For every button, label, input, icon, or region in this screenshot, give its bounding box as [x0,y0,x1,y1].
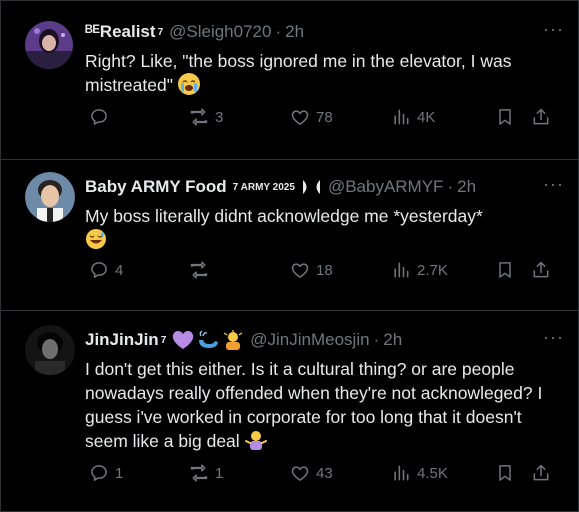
separator-dot: · [275,22,282,41]
name-badge: 7 [157,26,164,38]
reply-button[interactable] [89,107,115,127]
views-count: 4K [417,108,436,126]
separator-dot: · [373,330,380,349]
reply-icon [91,262,107,278]
name-emoji-group [172,330,244,350]
bookmark-button[interactable] [495,107,515,127]
heart-icon [291,110,309,125]
loudly-crying-face-icon [177,73,200,95]
like-button[interactable]: 43 [290,463,333,483]
views-bar-chart-icon [394,465,409,481]
views-count: 2.7K [417,261,448,279]
person-emoji-icon [223,330,243,350]
bookmark-button[interactable] [495,260,515,280]
more-options-icon[interactable]: ··· [543,175,564,193]
views-button[interactable]: 4.5K [391,463,448,483]
handle[interactable]: @Sleigh0720 [169,22,271,42]
post-text: I don't get this either. Is it a cultura… [85,357,564,453]
views-bar-chart-icon [394,109,409,125]
repost-count: 1 [215,464,224,482]
like-count: 18 [316,261,333,279]
repost-button[interactable]: 3 [189,107,223,127]
post-text: My boss literally didnt acknowledge me *… [85,204,564,252]
views-count: 4.5K [417,464,448,482]
reply-button[interactable]: 1 [89,463,123,483]
reply-count: 1 [115,464,124,482]
like-count: 43 [316,464,333,482]
bookmark-button[interactable] [495,463,515,483]
reply-button[interactable]: 4 [89,260,123,280]
post[interactable]: Baby ARMY Food 7 ARMY 2025 @BabyARMYF · … [1,159,578,308]
name-badge: 7 [160,334,167,346]
share-icon [533,261,549,278]
repost-button[interactable] [189,260,215,280]
post[interactable]: ᴮᴱRealist 7 @Sleigh0720 · 2h ··· Right? … [1,1,578,158]
timestamp[interactable]: 2h [457,177,476,197]
post-text-body: Right? Like, "the boss ignored me in the… [85,51,512,95]
share-button[interactable] [531,107,551,127]
share-button[interactable] [531,463,551,483]
post-text-body: I don't get this either. Is it a cultura… [85,359,543,451]
avatar[interactable] [25,21,73,69]
share-icon [533,464,549,481]
more-options-icon[interactable]: ··· [543,328,564,346]
display-name[interactable]: JinJinJin [85,330,159,350]
like-button[interactable]: 78 [290,107,333,127]
heart-icon [291,263,309,278]
repost-icon [190,261,208,279]
avatar[interactable] [25,325,75,375]
share-icon [533,108,549,125]
purple-heart-icon [301,179,322,195]
purple-heart-icon [173,331,194,349]
reply-icon [91,465,107,481]
display-name[interactable]: ᴮᴱRealist [85,22,156,42]
separator-dot: · [447,177,454,196]
like-button[interactable]: 18 [290,260,333,280]
whale-icon [199,330,219,348]
grinning-sweat-icon [85,228,107,250]
repost-button[interactable]: 1 [189,463,223,483]
reply-icon [91,109,107,125]
heart-icon [291,466,309,481]
repost-icon [190,464,208,482]
more-options-icon[interactable]: ··· [543,20,564,38]
bookmark-icon [499,465,511,481]
like-count: 78 [316,108,333,126]
repost-count: 3 [215,108,224,126]
post-text: Right? Like, "the boss ignored me in the… [85,49,564,97]
timestamp[interactable]: 2h [383,330,402,350]
share-button[interactable] [531,260,551,280]
reply-count: 4 [115,261,124,279]
person-shrugging-icon [244,429,267,451]
reply-thread: ᴮᴱRealist 7 @Sleigh0720 · 2h ··· Right? … [0,0,579,512]
views-bar-chart-icon [394,262,409,278]
bookmark-icon [499,262,511,278]
views-button[interactable]: 4K [391,107,435,127]
repost-icon [190,108,208,126]
handle[interactable]: @JinJinMeosjin [250,330,369,350]
timestamp[interactable]: 2h [285,22,304,42]
name-badge: 7 ARMY 2025 [232,181,295,193]
post[interactable]: JinJinJin 7 @JinJinMeosjin · 2h ··· I do… [1,310,578,511]
bookmark-icon [499,109,511,125]
avatar[interactable] [25,172,75,222]
views-button[interactable]: 2.7K [391,260,448,280]
post-text-body: My boss literally didnt acknowledge me *… [85,206,483,226]
handle[interactable]: @BabyARMYF [328,177,444,197]
display-name[interactable]: Baby ARMY Food [85,177,227,197]
